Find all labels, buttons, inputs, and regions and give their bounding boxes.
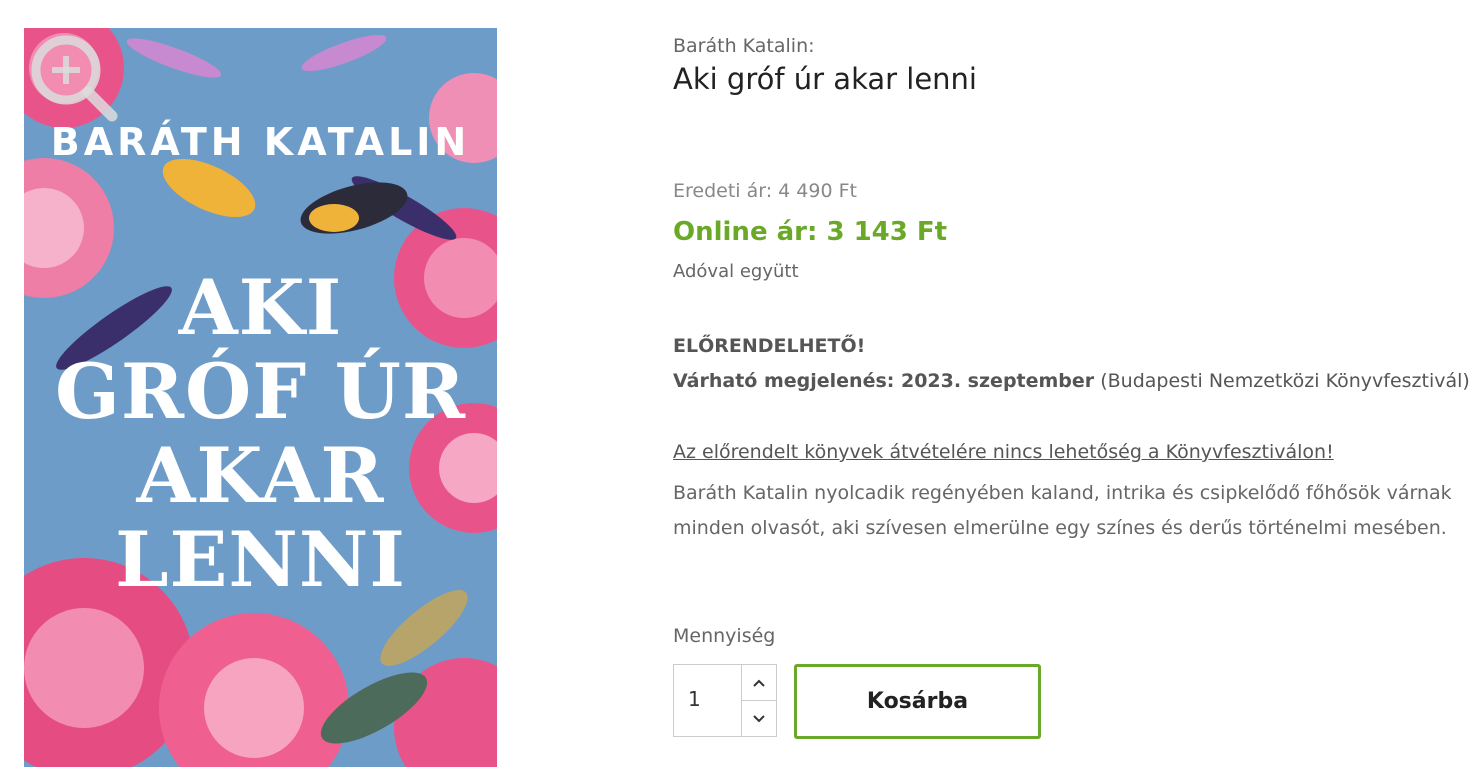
cover-title-line: AKAR: [136, 431, 385, 520]
original-price: Eredeti ár: 4 490 Ft: [673, 180, 857, 202]
quantity-input[interactable]: 1: [688, 687, 701, 711]
chevron-up-icon: [753, 679, 765, 687]
book-cover-image[interactable]: BARÁTH KATALIN AKI GRÓF ÚR AKAR LENNI: [24, 28, 497, 767]
cover-title-line: GRÓF ÚR: [54, 347, 467, 436]
release-date: Várható megjelenés: 2023. szeptember: [673, 370, 1095, 392]
festival-notice-link[interactable]: Az előrendelt könyvek átvételére nincs l…: [673, 441, 1334, 463]
product-info: Baráth Katalin: Aki gróf úr akar lenni E…: [673, 34, 1483, 739]
quantity-label: Mennyiség: [673, 625, 776, 647]
release-info: Várható megjelenés: 2023. szeptember (Bu…: [673, 370, 1470, 392]
quantity-increase-button[interactable]: [742, 665, 776, 701]
cover-title-line: AKI: [178, 263, 343, 352]
product-title: Aki gróf úr akar lenni: [673, 62, 977, 96]
add-to-cart-button[interactable]: Kosárba: [794, 664, 1041, 739]
quantity-decrease-button[interactable]: [742, 701, 776, 736]
cover-title-text: AKI GRÓF ÚR AKAR LENNI: [24, 266, 497, 602]
product-description: Baráth Katalin nyolcadik regényében kala…: [673, 482, 1452, 539]
zoom-icon[interactable]: [24, 28, 134, 138]
quantity-stepper-buttons: [741, 665, 776, 736]
preorder-badge: ELŐRENDELHETŐ!: [673, 335, 866, 357]
chevron-down-icon: [753, 714, 765, 722]
release-note: (Budapesti Nemzetközi Könyvfesztivál): [1094, 370, 1470, 392]
cover-title-line: LENNI: [115, 515, 406, 604]
online-price: Online ár: 3 143 Ft: [673, 217, 948, 247]
tax-note: Adóval együtt: [673, 261, 799, 282]
quantity-stepper[interactable]: 1: [673, 664, 777, 737]
product-author: Baráth Katalin:: [673, 35, 815, 57]
